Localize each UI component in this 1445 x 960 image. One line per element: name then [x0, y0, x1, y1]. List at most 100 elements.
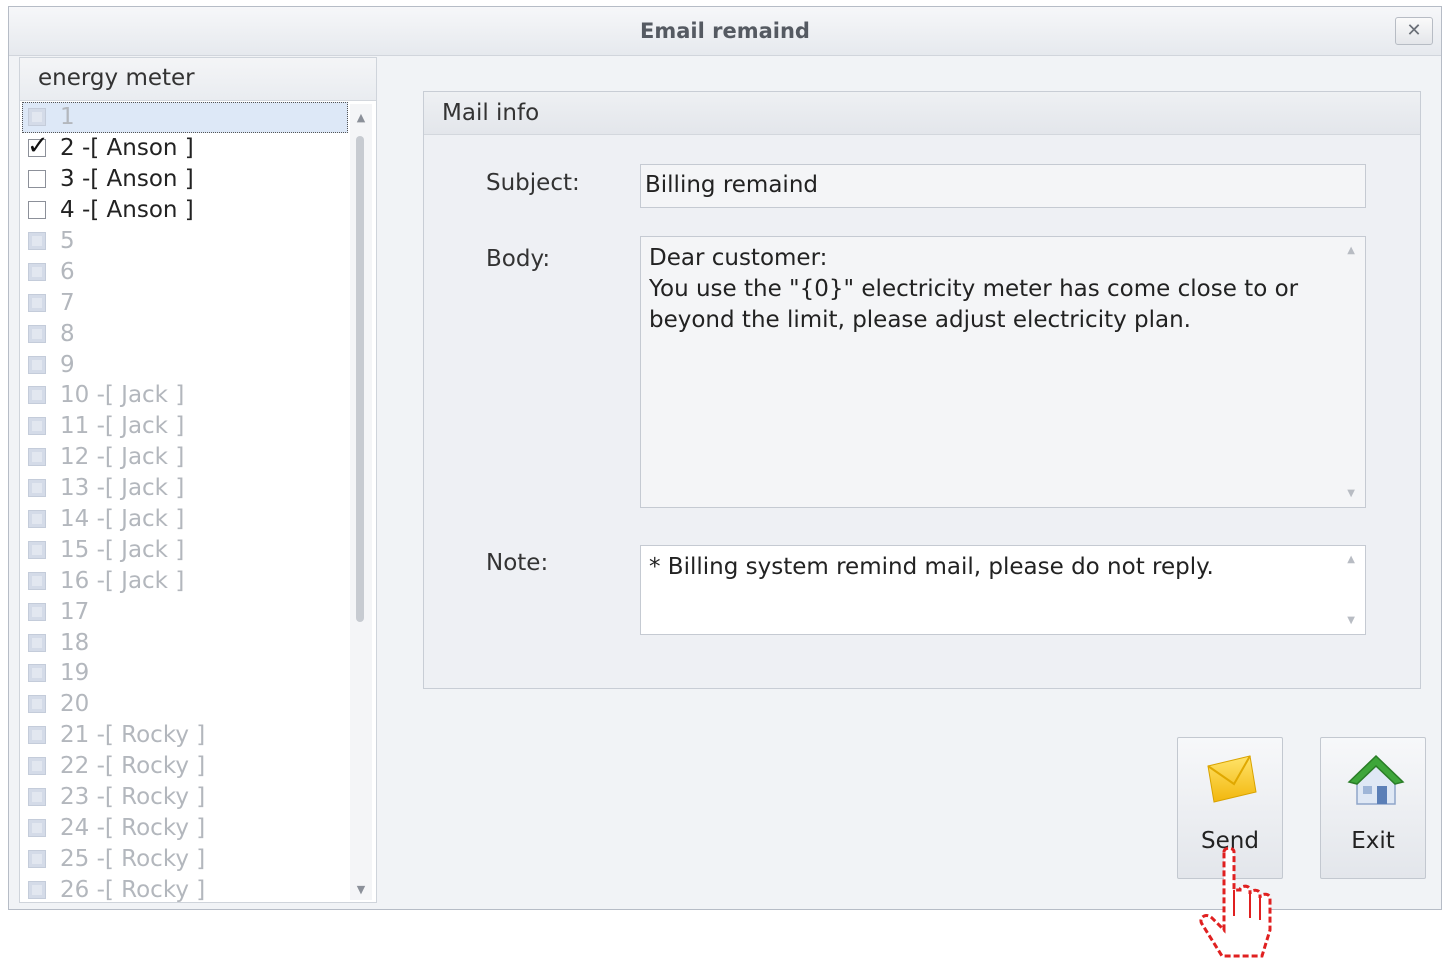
meter-checkbox: [28, 818, 46, 837]
scroll-thumb[interactable]: [356, 136, 364, 622]
meter-checkbox[interactable]: [27, 131, 49, 161]
meter-list-item[interactable]: 12 -[ Jack ]: [22, 442, 348, 473]
body-value: Dear customer: You use the "{0}" electri…: [649, 245, 1299, 333]
close-icon: ✕: [1406, 20, 1422, 41]
meter-item-label: 14 -[ Jack ]: [60, 506, 185, 533]
meter-list-item[interactable]: 18: [22, 627, 348, 658]
meter-list-item[interactable]: 17: [22, 596, 348, 627]
meter-checkbox: [28, 448, 46, 467]
meter-item-label: 8: [60, 320, 75, 347]
meter-item-label: 2 -[ Anson ]: [60, 135, 194, 162]
meter-list-item[interactable]: 4 -[ Anson ]: [22, 195, 348, 226]
meter-list-item[interactable]: 15 -[ Jack ]: [22, 534, 348, 565]
meter-list-item[interactable]: 20: [22, 689, 348, 720]
scroll-up-arrow-icon[interactable]: ▲: [350, 108, 372, 128]
meter-checkbox: [28, 540, 46, 559]
meter-item-label: 5: [60, 228, 75, 254]
exit-label: Exit: [1351, 828, 1395, 854]
meter-checkbox: [28, 324, 46, 343]
meter-list-item[interactable]: 13 -[ Jack ]: [22, 473, 348, 504]
meter-list-item[interactable]: 2 -[ Anson ]: [22, 131, 348, 164]
close-button[interactable]: ✕: [1395, 17, 1433, 45]
meter-checkbox: [28, 726, 46, 745]
meter-list-item[interactable]: 11 -[ Jack ]: [22, 411, 348, 442]
note-scroll-up-icon[interactable]: ▲: [1347, 554, 1355, 565]
body-label: Body:: [486, 246, 551, 272]
meter-list-item[interactable]: 25 -[ Rocky ]: [22, 843, 348, 874]
meter-checkbox[interactable]: [28, 201, 46, 220]
meter-checkbox: [28, 479, 46, 498]
note-label: Note:: [486, 550, 549, 576]
meter-list-item[interactable]: 1: [22, 102, 348, 133]
meter-item-label: 16 -[ Jack ]: [60, 567, 185, 594]
note-scroll-down-icon[interactable]: ▼: [1347, 615, 1355, 626]
energy-meter-title: energy meter: [38, 65, 195, 91]
meter-checkbox: [28, 417, 46, 436]
meter-item-label: 17: [60, 598, 90, 625]
subject-label: Subject:: [486, 170, 580, 196]
meter-list-item[interactable]: 9: [22, 349, 348, 380]
meter-checkbox: [28, 880, 46, 899]
mail-info-header: Mail info: [424, 92, 1420, 135]
meter-list-item[interactable]: 16 -[ Jack ]: [22, 565, 348, 596]
subject-value: Billing remaind: [645, 172, 818, 198]
meter-checkbox: [28, 386, 46, 405]
pointing-hand-cursor-icon: [1199, 846, 1272, 958]
meter-list-item[interactable]: 5: [22, 226, 348, 257]
meter-checkbox: [28, 108, 46, 127]
energy-meter-panel: energy meter 1 2 -[ Anson ] 3 -[ Anson ] 4 …: [19, 57, 377, 903]
meter-list-item[interactable]: 3 -[ Anson ]: [22, 164, 348, 195]
note-value: * Billing system remind mail, please do …: [649, 554, 1214, 580]
meter-list-item[interactable]: 10 -[ Jack ]: [22, 380, 348, 411]
note-textarea[interactable]: * Billing system remind mail, please do …: [640, 545, 1366, 635]
meter-item-label: 26 -[ Rocky ]: [60, 876, 206, 902]
meter-checkbox: [28, 232, 46, 250]
meter-list-item[interactable]: 26 -[ Rocky ]: [22, 874, 348, 902]
envelope-icon: [1207, 755, 1257, 803]
meter-list-item[interactable]: 6: [22, 256, 348, 287]
meter-list-item[interactable]: 24 -[ Rocky ]: [22, 812, 348, 843]
scroll-down-arrow-icon[interactable]: ▼: [350, 880, 372, 900]
exit-button[interactable]: Exit: [1320, 737, 1426, 879]
meter-checkbox: [28, 355, 46, 374]
body-scroll-down-icon[interactable]: ▼: [1347, 488, 1355, 499]
meter-list[interactable]: 1 2 -[ Anson ] 3 -[ Anson ] 4 -[ Anson ] 5 6 7…: [22, 102, 348, 902]
meter-item-label: 12 -[ Jack ]: [60, 444, 185, 471]
meter-item-label: 22 -[ Rocky ]: [60, 753, 206, 780]
house-icon: [1347, 754, 1405, 805]
meter-item-label: 1: [60, 104, 75, 131]
meter-checkbox: [28, 633, 46, 652]
meter-item-label: 11 -[ Jack ]: [60, 413, 185, 440]
title-bar: Email remaind ✕: [9, 7, 1441, 56]
meter-item-label: 13 -[ Jack ]: [60, 475, 185, 502]
energy-meter-header: energy meter: [20, 58, 376, 101]
subject-input[interactable]: Billing remaind: [640, 164, 1366, 208]
meter-item-label: 20: [60, 691, 90, 718]
meter-list-scrollbar[interactable]: ▲ ▼: [350, 104, 372, 900]
meter-list-item[interactable]: 23 -[ Rocky ]: [22, 782, 348, 813]
meter-list-item[interactable]: 19: [22, 658, 348, 689]
mail-info-title: Mail info: [442, 100, 540, 126]
meter-list-item[interactable]: 22 -[ Rocky ]: [22, 751, 348, 782]
meter-list-item[interactable]: 21 -[ Rocky ]: [22, 720, 348, 751]
meter-checkbox: [28, 849, 46, 868]
meter-checkbox: [28, 788, 46, 807]
meter-checkbox[interactable]: [28, 170, 46, 189]
meter-item-label: 4 -[ Anson ]: [60, 197, 194, 224]
meter-checkbox: [28, 664, 46, 683]
meter-checkbox: [28, 293, 46, 312]
meter-list-item[interactable]: 7: [22, 287, 348, 318]
meter-item-label: 18: [60, 629, 90, 656]
meter-list-item[interactable]: 14 -[ Jack ]: [22, 504, 348, 535]
meter-checkbox: [28, 510, 46, 529]
meter-item-label: 23 -[ Rocky ]: [60, 784, 206, 811]
body-textarea[interactable]: Dear customer: You use the "{0}" electri…: [640, 236, 1366, 508]
meter-item-label: 15 -[ Jack ]: [60, 536, 185, 563]
meter-item-label: 3 -[ Anson ]: [60, 166, 194, 193]
meter-list-item[interactable]: 8: [22, 318, 348, 349]
body-scroll-up-icon[interactable]: ▲: [1347, 245, 1355, 256]
meter-checkbox: [28, 262, 46, 281]
meter-item-label: 6: [60, 258, 75, 285]
meter-item-label: 19: [60, 660, 90, 687]
meter-checkbox: [28, 571, 46, 590]
